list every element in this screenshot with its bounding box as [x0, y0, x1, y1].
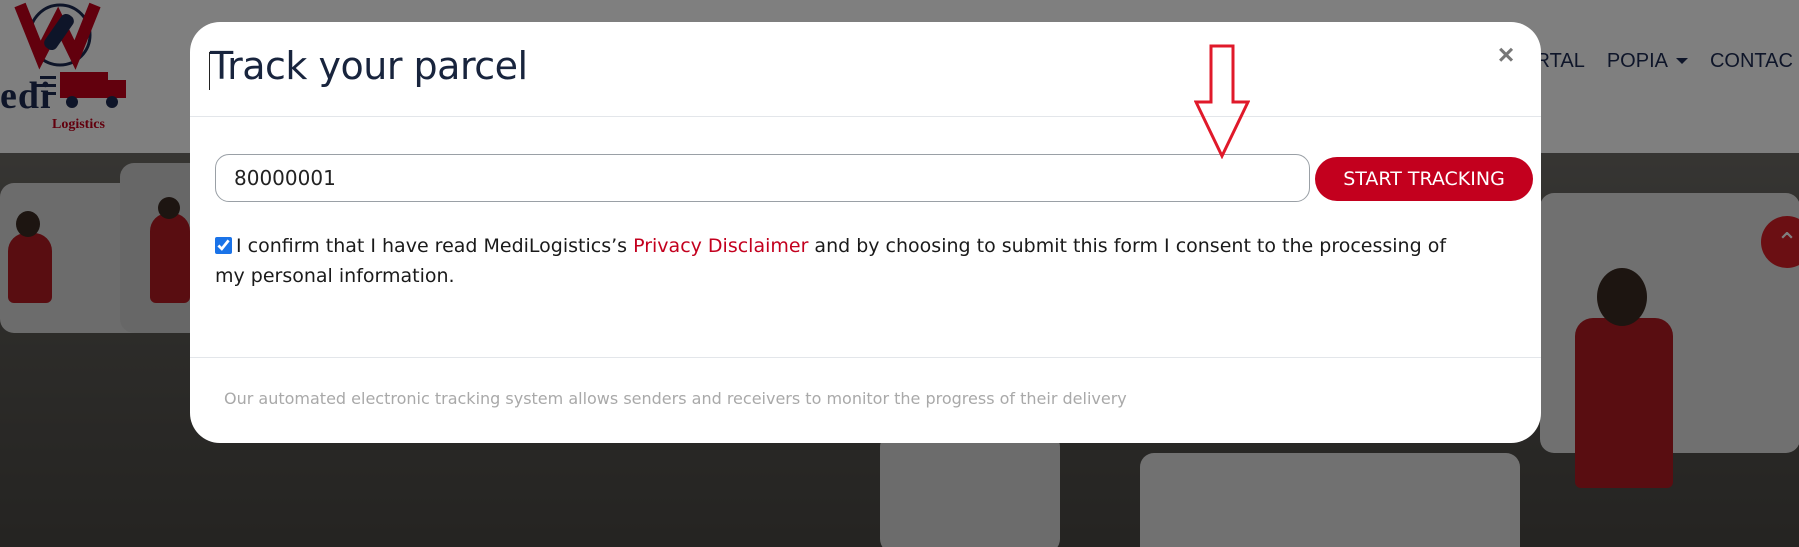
footer-description: Our automated electronic tracking system… [224, 389, 1127, 408]
privacy-disclaimer-link[interactable]: Privacy Disclaimer [633, 235, 808, 257]
consent-statement: I confirm that I have read MediLogistics… [215, 231, 1475, 291]
tracking-number-input[interactable] [215, 154, 1310, 202]
down-arrow-icon [1194, 44, 1250, 159]
track-parcel-modal: Track your parcel × START TRACKING I con… [190, 22, 1541, 443]
modal-title: Track your parcel [210, 44, 528, 88]
modal-footer: Our automated electronic tracking system… [190, 357, 1541, 443]
modal-header: Track your parcel × [190, 22, 1541, 117]
close-icon: × [1497, 39, 1515, 70]
consent-text-before: I confirm that I have read MediLogistics… [236, 235, 634, 257]
consent-checkbox[interactable] [215, 237, 232, 254]
close-button[interactable]: × [1491, 40, 1521, 70]
start-tracking-button[interactable]: START TRACKING [1315, 157, 1533, 201]
